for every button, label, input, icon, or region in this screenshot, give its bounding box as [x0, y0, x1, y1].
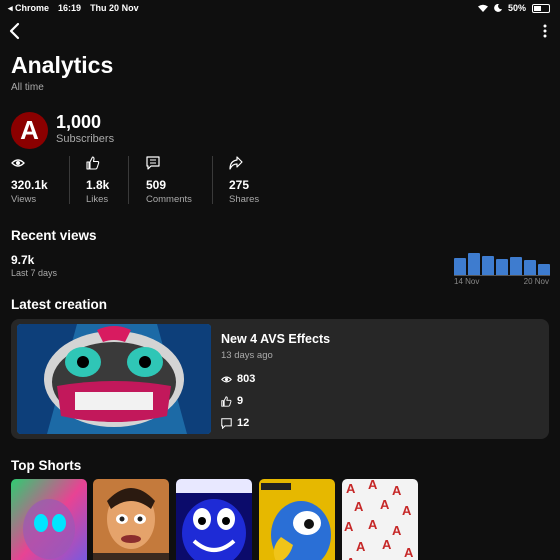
svg-text:A: A — [346, 481, 356, 496]
status-bar: ◂ Chrome 16:19 Thu 20 Nov 50% — [0, 0, 560, 16]
svg-text:A: A — [380, 497, 390, 512]
latest-video-card[interactable]: New 4 AVS Effects 13 days ago 803 9 12 — [11, 319, 549, 439]
svg-text:A: A — [392, 523, 402, 538]
stat-divider — [69, 156, 70, 204]
stat-views: 320.1k Views — [11, 156, 48, 206]
svg-text:A: A — [346, 555, 356, 560]
back-arrow-icon[interactable] — [8, 22, 22, 40]
avatar-letter: A — [20, 115, 39, 145]
video-comments-count: 12 — [237, 417, 250, 429]
video-comments: 12 — [221, 417, 249, 429]
short-thumbnail[interactable] — [11, 479, 87, 560]
subscriber-label: Subscribers — [56, 133, 115, 145]
svg-text:A: A — [402, 503, 412, 518]
short-thumbnail[interactable] — [93, 479, 169, 560]
top-shorts-title: Top Shorts — [11, 458, 82, 473]
status-date: Thu 20 Nov — [90, 3, 139, 13]
stat-label: Comments — [146, 194, 192, 205]
stat-comments: 509 Comments — [146, 156, 192, 206]
recent-views-bar — [482, 256, 494, 275]
video-views-count: 803 — [237, 373, 256, 385]
comment-icon — [146, 156, 160, 170]
recent-views-bar — [468, 252, 480, 275]
short-thumbnail[interactable] — [176, 479, 252, 560]
recent-views-value: 9.7k — [11, 253, 35, 267]
wifi-icon — [477, 4, 488, 12]
svg-text:A: A — [382, 537, 392, 552]
svg-text:A: A — [356, 539, 366, 554]
page-title: Analytics — [11, 52, 114, 78]
chart-end-date: 20 Nov — [523, 277, 549, 286]
stat-label: Likes — [86, 194, 109, 205]
short-thumbnail[interactable] — [259, 479, 335, 560]
back-to-app-link[interactable]: ◂ Chrome — [8, 3, 49, 14]
video-views: 803 — [221, 373, 255, 385]
recent-views-chart[interactable] — [454, 251, 550, 275]
svg-text:A: A — [404, 545, 414, 560]
recent-views-period: Last 7 days — [11, 268, 58, 278]
short-thumbnail[interactable]: AAA AAA AAA AAA AA — [342, 479, 418, 560]
latest-creation-title: Latest creation — [11, 297, 108, 312]
moon-icon — [494, 4, 502, 12]
video-age: 13 days ago — [221, 350, 273, 361]
video-title: New 4 AVS Effects — [221, 332, 331, 346]
svg-text:A: A — [344, 519, 354, 534]
stat-value: 1.8k — [86, 178, 110, 192]
video-thumbnail[interactable] — [17, 324, 211, 434]
video-likes-count: 9 — [237, 395, 244, 407]
more-options-icon[interactable] — [542, 24, 548, 38]
recent-views-bar — [524, 259, 536, 275]
chart-baseline — [454, 275, 550, 276]
svg-text:A: A — [354, 499, 364, 514]
recent-views-bar — [496, 259, 508, 275]
thumbs-up-icon — [221, 395, 232, 407]
comment-icon — [221, 417, 232, 429]
share-icon — [229, 156, 243, 170]
battery-icon — [532, 3, 550, 13]
stat-label: Shares — [229, 194, 260, 205]
stat-divider — [212, 156, 213, 204]
eye-icon — [11, 159, 25, 167]
thumbs-up-icon — [86, 156, 100, 170]
stat-label: Views — [11, 194, 37, 205]
thumbnail-art — [17, 324, 211, 434]
battery-percent: 50% — [507, 3, 526, 13]
time-range-label[interactable]: All time — [11, 82, 44, 93]
video-likes: 9 — [221, 395, 243, 407]
recent-views-bar — [454, 257, 466, 275]
stat-divider — [128, 156, 129, 204]
recent-views-title: Recent views — [11, 228, 97, 243]
svg-text:A: A — [392, 483, 402, 498]
eye-icon — [221, 376, 232, 382]
stat-value: 320.1k — [11, 178, 48, 192]
channel-avatar: A — [11, 112, 48, 149]
chart-start-date: 14 Nov — [454, 277, 480, 286]
svg-text:A: A — [368, 517, 378, 532]
recent-views-bar — [538, 264, 550, 275]
stat-shares: 275 Shares — [229, 156, 259, 206]
stat-value: 275 — [229, 178, 250, 192]
recent-views-bar — [510, 257, 522, 275]
stat-value: 509 — [146, 178, 167, 192]
status-time: 16:19 — [58, 3, 82, 13]
svg-text:A: A — [368, 479, 378, 492]
subscriber-count: 1,000 — [56, 112, 102, 132]
stats-row: 320.1k Views 1.8k Likes 509 Comments 275… — [0, 156, 280, 206]
stat-likes: 1.8k Likes — [86, 156, 109, 206]
